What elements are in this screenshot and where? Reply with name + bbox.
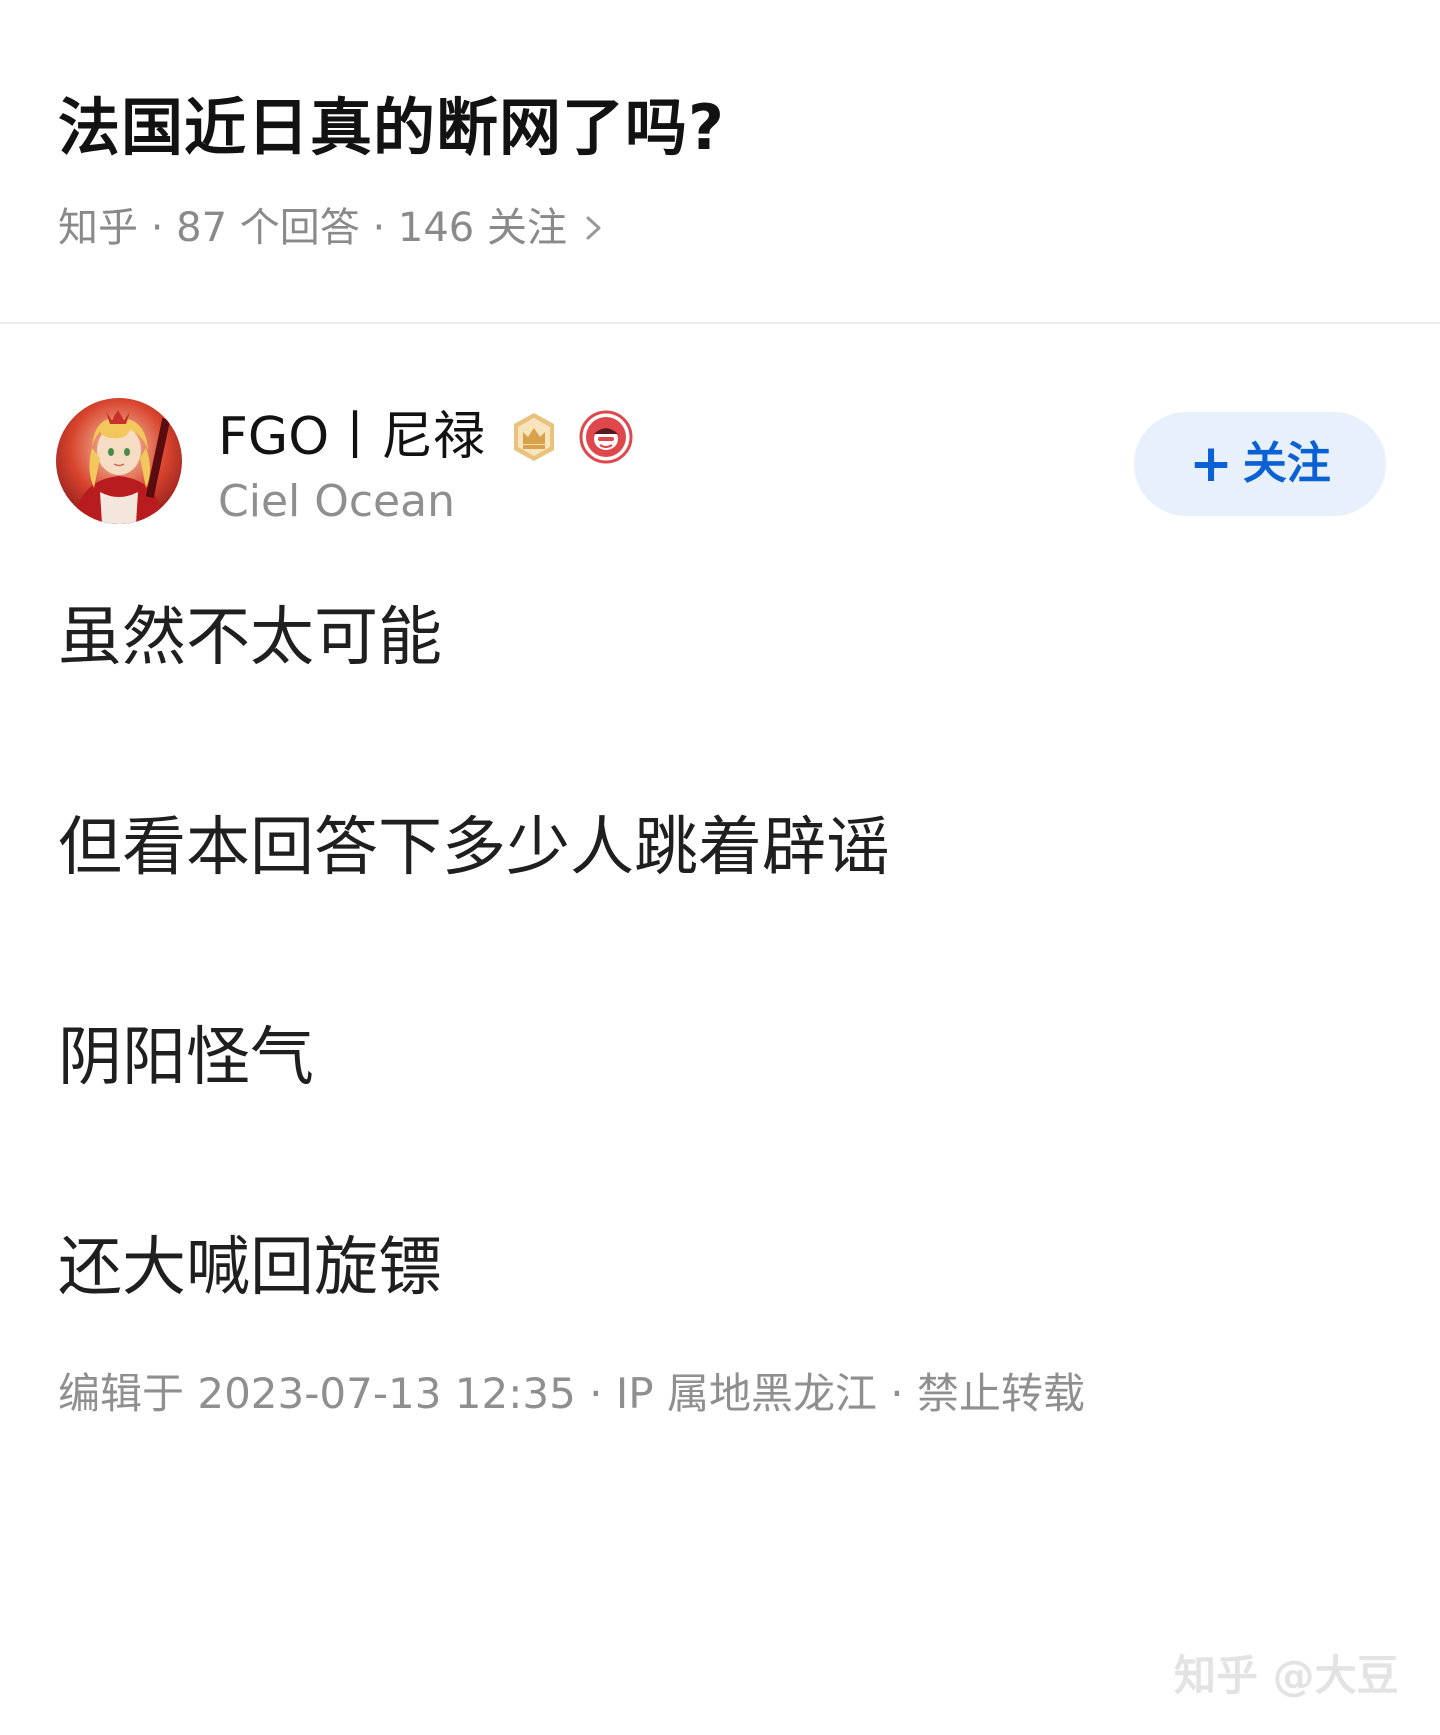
question-title[interactable]: 法国近日真的断网了吗? bbox=[58, 88, 725, 168]
follow-button[interactable]: + 关注 bbox=[1134, 412, 1386, 516]
red-character-badge-icon[interactable] bbox=[579, 410, 633, 464]
answer-author: FGO丨尼禄 Ciel Ocean + 关注 bbox=[0, 390, 1440, 530]
answer-body: 虽然不太可能 但看本回答下多少人跳着辟谣 阴阳怪气 还大喊回旋镖 bbox=[58, 590, 1388, 1316]
gold-crown-badge-icon[interactable] bbox=[507, 410, 561, 464]
plus-icon: + bbox=[1189, 434, 1233, 494]
answer-paragraph: 阴阳怪气 bbox=[58, 1021, 314, 1095]
follow-button-label: 关注 bbox=[1242, 438, 1331, 489]
author-name[interactable]: FGO丨尼禄 bbox=[218, 402, 485, 472]
answer-footer: 编辑于 2023-07-13 12:35 · IP 属地黑龙江 · 禁止转载 bbox=[58, 1369, 1085, 1418]
author-headline: Ciel Ocean bbox=[218, 476, 455, 527]
author-name-row: FGO丨尼禄 bbox=[218, 402, 633, 472]
question-header: 法国近日真的断网了吗? 知乎 · 87 个回答 · 146 关注 bbox=[0, 0, 1440, 324]
chevron-right-icon bbox=[583, 213, 605, 243]
answer-paragraph: 但看本回答下多少人跳着辟谣 bbox=[58, 811, 890, 885]
question-meta-text: 知乎 · 87 个回答 · 146 关注 bbox=[58, 205, 567, 251]
answer-paragraph: 还大喊回旋镖 bbox=[58, 1231, 442, 1305]
avatar[interactable] bbox=[56, 398, 182, 524]
answer-paragraph: 虽然不太可能 bbox=[58, 601, 442, 675]
question-meta[interactable]: 知乎 · 87 个回答 · 146 关注 bbox=[58, 200, 605, 256]
watermark: 知乎 @大豆 bbox=[1174, 1651, 1399, 1700]
